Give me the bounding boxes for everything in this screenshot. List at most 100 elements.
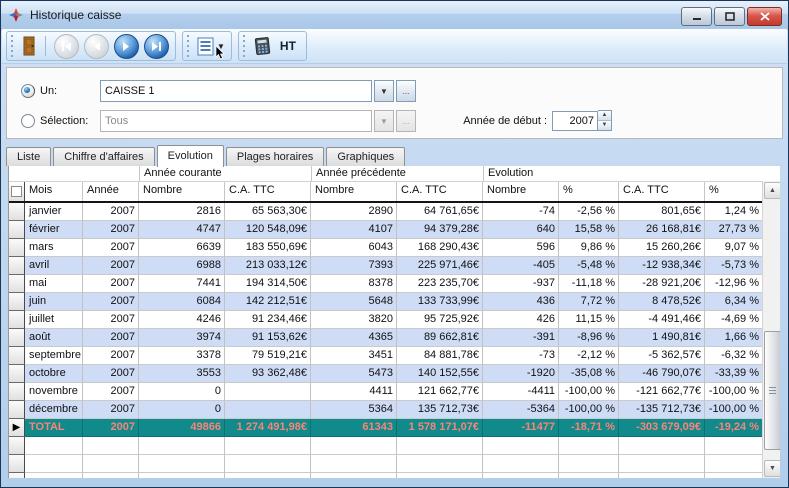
scrollbar-thumb[interactable] [764,331,780,450]
col-header-nombre-courant[interactable]: Nombre [139,182,225,201]
table-row[interactable]: juillet2007424691 234,46€382095 725,92€4… [9,311,780,329]
col-header-pct-ca[interactable]: % [705,182,763,201]
minimize-button[interactable] [681,7,712,26]
row-selector[interactable] [9,365,25,383]
table-row[interactable]: janvier2007281665 563,30€289064 761,65€-… [9,203,780,221]
table-row[interactable]: avril20076988213 033,12€7393225 971,46€-… [9,257,780,275]
year-spin-up[interactable]: ▲ [598,111,611,121]
selection-combobox[interactable]: Tous [100,110,372,132]
table-row[interactable]: octobre2007355393 362,48€5473140 152,55€… [9,365,780,383]
select-all-cell[interactable] [9,182,25,201]
table-cell: -73 [483,347,559,365]
table-row[interactable]: novembre200704411121 662,77€-4411-100,00… [9,383,780,401]
row-selector[interactable]: ▶ [9,419,25,437]
table-cell: 15,58 % [559,221,619,239]
col-header-annee[interactable]: Année [83,182,139,201]
table-cell: juin [25,293,83,311]
tab-graphiques[interactable]: Graphiques [326,147,405,166]
exit-button[interactable] [21,36,37,56]
tab-liste[interactable]: Liste [6,147,51,166]
selection-dropdown-button[interactable]: ▼ [374,110,394,132]
grip-handle-icon[interactable] [242,35,246,57]
table-row[interactable]: juin20076084142 212,51€5648133 733,99€43… [9,293,780,311]
next-record-button[interactable] [114,34,139,59]
row-selector[interactable] [9,257,25,275]
previous-record-button[interactable] [84,34,109,59]
tab-chiffre-affaires[interactable]: Chiffre d'affaires [53,147,154,166]
first-record-button[interactable] [54,34,79,59]
mouse-cursor [215,46,225,60]
table-cell: janvier [25,203,83,221]
vertical-scrollbar[interactable]: ▲ ▼ [762,181,780,478]
last-record-button[interactable] [144,34,169,59]
row-selector[interactable] [9,473,25,478]
col-header-ca-evolution[interactable]: C.A. TTC [619,182,705,201]
table-row[interactable]: ▶TOTAL2007498661 274 491,98€613431 578 1… [9,419,780,437]
col-header-nombre-evolution[interactable]: Nombre [483,182,559,201]
table-cell: avril [25,257,83,275]
table-cell: 142 212,51€ [225,293,311,311]
col-header-pct-nombre[interactable]: % [559,182,619,201]
close-button[interactable] [747,7,782,26]
grip-handle-icon[interactable] [10,35,14,57]
previous-icon [92,42,101,51]
table-cell: 61343 [311,419,397,437]
col-header-mois[interactable]: Mois [25,182,83,201]
table-row[interactable]: mai20077441194 314,50€8378223 235,70€-93… [9,275,780,293]
row-selector[interactable] [9,401,25,419]
row-selector[interactable] [9,221,25,239]
row-selector[interactable] [9,383,25,401]
row-selector[interactable] [9,275,25,293]
table-row[interactable]: septembre2007337879 519,21€345184 881,78… [9,347,780,365]
caisse-browse-button[interactable]: ... [396,80,416,102]
table-row[interactable]: août2007397491 153,62€436589 662,81€-391… [9,329,780,347]
row-selector[interactable] [9,293,25,311]
table-cell [83,437,139,455]
group-header-annee-precedente: Année précédente [311,166,483,181]
grip-handle-icon[interactable] [186,35,190,57]
scroll-up-arrow[interactable]: ▲ [764,182,780,199]
table-cell: 26 168,81€ [619,221,705,239]
report-list-icon [197,37,214,56]
col-header-ca-precedent[interactable]: C.A. TTC [397,182,483,201]
col-header-ca-courant[interactable]: C.A. TTC [225,182,311,201]
caisse-dropdown-button[interactable]: ▼ [374,80,394,102]
table-row[interactable]: décembre200705364135 712,73€-5364-100,00… [9,401,780,419]
table-row[interactable] [9,473,780,478]
selection-browse-button[interactable]: ... [396,110,416,132]
row-selector[interactable] [9,203,25,221]
table-row[interactable] [9,437,780,455]
row-selector[interactable] [9,311,25,329]
caisse-combobox[interactable]: CAISSE 1 [100,80,372,102]
ht-toggle-button[interactable]: HT [253,36,300,56]
group-header-evolution: Evolution [483,166,763,181]
tab-strip: Liste Chiffre d'affaires Evolution Plage… [6,144,783,166]
table-row[interactable]: mars20076639183 550,69€6043168 290,43€59… [9,239,780,257]
table-row[interactable]: février20074747120 548,09€410794 379,28€… [9,221,780,239]
grid-group-header: Année courante Année précédente Evolutio… [9,166,780,182]
maximize-button[interactable] [714,7,745,26]
table-cell: 194 314,50€ [225,275,311,293]
select-all-checkbox[interactable] [11,186,22,197]
row-selector[interactable] [9,437,25,455]
ht-label: HT [276,39,300,53]
tab-evolution[interactable]: Evolution [157,145,224,167]
toolbar-group-ht: HT [238,31,307,61]
radio-un[interactable] [21,84,35,98]
row-selector[interactable] [9,347,25,365]
row-selector[interactable] [9,239,25,257]
scroll-down-arrow[interactable]: ▼ [764,460,780,477]
col-header-nombre-precedent[interactable]: Nombre [311,182,397,201]
year-value: 2007 [570,115,594,127]
tab-plages-horaires[interactable]: Plages horaires [226,147,324,166]
radio-selection[interactable] [21,114,35,128]
year-spin-down[interactable]: ▼ [598,121,611,130]
title-bar[interactable]: Historique caisse [1,1,788,30]
table-cell [225,455,311,473]
year-input[interactable]: 2007 [552,111,598,131]
table-row[interactable] [9,455,780,473]
table-cell: mars [25,239,83,257]
row-selector[interactable] [9,455,25,473]
table-cell: août [25,329,83,347]
row-selector[interactable] [9,329,25,347]
